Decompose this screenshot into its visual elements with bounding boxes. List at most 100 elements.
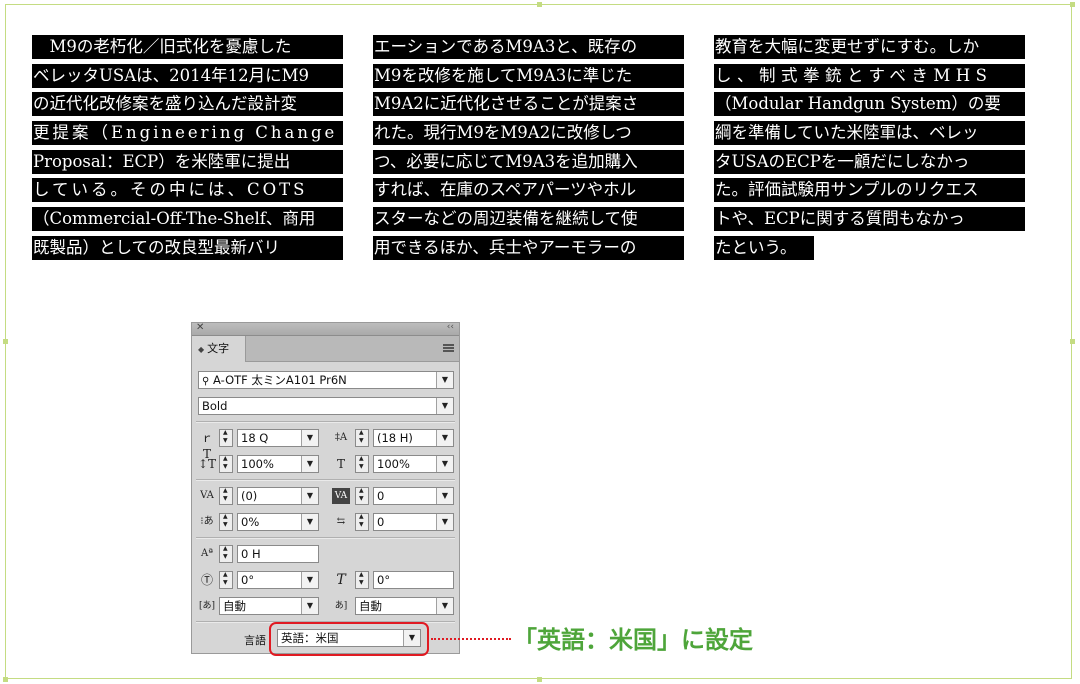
horizontal-scale-value: 100%: [377, 457, 410, 471]
chevron-down-icon[interactable]: ▼: [301, 598, 318, 614]
skew-icon: T: [336, 572, 346, 588]
text-line: すれば、在庫のスペアパーツやホル: [373, 178, 684, 203]
horizontal-scale-icon: T: [336, 457, 345, 471]
panel-titlebar[interactable]: ✕ ‹‹: [192, 322, 459, 336]
leading-field[interactable]: (18 H) ▼: [373, 429, 454, 447]
leading-value: (18 H): [377, 431, 413, 445]
character-panel: ✕ ‹‹ ◆ 文字 ⚲ A-OTF 太ミンA101 Pr6N ▼ Bold ▼ ｒ…: [191, 322, 460, 654]
kerning-field[interactable]: (0) ▼: [237, 487, 319, 505]
text-line: タUSAのECPを一顧だにしなかっ: [714, 149, 1025, 174]
chevron-down-icon[interactable]: ▼: [301, 514, 318, 530]
aki-stepper[interactable]: [355, 513, 369, 531]
chevron-down-icon[interactable]: ▼: [436, 398, 453, 414]
chevron-down-icon[interactable]: ▼: [436, 430, 453, 446]
font-style-value: Bold: [202, 399, 228, 413]
text-column-3[interactable]: 教育を大幅に変更せずにすむ。しか し、制式拳銃とすべきMHS （Modular …: [714, 35, 1025, 269]
chevron-down-icon[interactable]: ▼: [301, 456, 318, 472]
language-label: 言語: [244, 634, 266, 647]
chevron-down-icon[interactable]: ▼: [436, 488, 453, 504]
aki-field[interactable]: 0 ▼: [373, 513, 454, 531]
text-line: たという。: [714, 235, 814, 260]
vertical-scale-field[interactable]: 100% ▼: [237, 455, 319, 473]
chevron-down-icon[interactable]: ▼: [436, 598, 453, 614]
mojikumi-before-icon: [あ]: [198, 601, 216, 611]
frame-handle-right[interactable]: [1070, 339, 1075, 344]
tracking-icon: VA: [332, 488, 350, 504]
text-line: している。その中には、COTS: [32, 178, 343, 203]
baseline-shift-stepper[interactable]: [219, 545, 233, 563]
divider: [196, 479, 455, 481]
aki-icon: ⇆: [336, 516, 346, 527]
chevron-down-icon[interactable]: ▼: [436, 514, 453, 530]
updown-arrows-icon: ◆: [198, 345, 205, 354]
frame-handle-top-right[interactable]: [1070, 2, 1075, 7]
font-size-stepper[interactable]: [219, 429, 233, 447]
tab-label: 文字: [207, 342, 230, 355]
baseline-shift-icon: Aª: [201, 548, 213, 559]
text-line: 更提案（Engineering Change: [32, 121, 343, 146]
callout-text: 「英語：米国」に設定: [513, 626, 753, 654]
font-size-value: 18 Q: [241, 431, 269, 445]
font-size-field[interactable]: 18 Q ▼: [237, 429, 319, 447]
chevron-down-icon[interactable]: ▼: [436, 456, 453, 472]
horizontal-scale-field[interactable]: 100% ▼: [373, 455, 454, 473]
frame-handle-bottom-left[interactable]: [3, 677, 8, 682]
tracking-stepper[interactable]: [355, 487, 369, 505]
tsume-field[interactable]: 0% ▼: [237, 513, 319, 531]
mojikumi-before-dropdown[interactable]: 自動 ▼: [219, 597, 319, 615]
font-family-dropdown[interactable]: ⚲ A-OTF 太ミンA101 Pr6N ▼: [198, 371, 454, 389]
rotation-stepper[interactable]: [219, 571, 233, 589]
frame-handle-left[interactable]: [3, 339, 8, 344]
mojikumi-before-value: 自動: [223, 599, 246, 613]
chevron-down-icon[interactable]: ▼: [301, 488, 318, 504]
mojikumi-after-icon: あ]: [334, 601, 348, 611]
tab-character[interactable]: ◆ 文字: [192, 336, 246, 362]
rotation-field[interactable]: 0° ▼: [237, 571, 319, 589]
panel-tab-row: ◆ 文字: [192, 336, 459, 362]
text-line: 用できるほか、兵士やアーモラーの: [373, 235, 684, 260]
chevron-down-icon[interactable]: ▼: [301, 430, 318, 446]
mojikumi-after-dropdown[interactable]: 自動 ▼: [355, 597, 454, 615]
text-line: た。評価試験用サンプルのリクエス: [714, 178, 1025, 203]
text-line: ベレッタUSAは、2014年12月にM9: [32, 63, 343, 88]
text-line: （Modular Handgun System）の要: [714, 92, 1025, 117]
font-family-value: A-OTF 太ミンA101 Pr6N: [212, 373, 347, 387]
tsume-stepper[interactable]: [219, 513, 233, 531]
chevron-down-icon[interactable]: ▼: [301, 572, 318, 588]
text-line: （Commercial-Off-The-Shelf、商用: [32, 207, 343, 232]
text-line: 綱を準備していた米陸軍は、ベレッ: [714, 121, 1025, 146]
text-line: れた。現行M9をM9A2に改修しつ: [373, 121, 684, 146]
kerning-stepper[interactable]: [219, 487, 233, 505]
collapse-icon[interactable]: ‹‹: [447, 322, 454, 332]
tracking-value: 0: [377, 489, 385, 503]
frame-handle-bottom[interactable]: [537, 677, 542, 682]
skew-field[interactable]: 0°: [373, 571, 454, 589]
frame-handle-top[interactable]: [537, 2, 542, 7]
panel-menu-icon[interactable]: [443, 344, 454, 352]
font-size-icon: ｒT: [200, 431, 213, 461]
text-line: トや、ECPに関する質問もなかっ: [714, 207, 1025, 232]
rotation-icon: Ⓣ: [200, 573, 213, 587]
language-highlight-box: [269, 622, 429, 656]
text-column-2[interactable]: エーションであるM9A3と、既存の M9を改修を施してM9A3に準じた M9A2…: [373, 35, 684, 265]
rotation-value: 0°: [241, 573, 255, 587]
baseline-shift-field[interactable]: 0 H: [237, 545, 319, 563]
text-line: M9を改修を施してM9A3に準じた: [373, 63, 684, 88]
font-style-dropdown[interactable]: Bold ▼: [198, 397, 454, 415]
tracking-field[interactable]: 0 ▼: [373, 487, 454, 505]
search-icon: ⚲: [202, 376, 210, 387]
close-icon[interactable]: ✕: [196, 322, 204, 333]
kerning-value: (0): [241, 489, 258, 503]
divider: [196, 537, 455, 539]
divider: [196, 421, 455, 423]
aki-value: 0: [377, 515, 385, 529]
text-column-1[interactable]: M9の老朽化／旧式化を憂慮した ベレッタUSAは、2014年12月にM9 の近代…: [32, 35, 343, 265]
horizontal-scale-stepper[interactable]: [355, 455, 369, 473]
mojikumi-after-value: 自動: [359, 599, 382, 613]
chevron-down-icon[interactable]: ▼: [436, 372, 453, 388]
vertical-scale-stepper[interactable]: [219, 455, 233, 473]
baseline-shift-value: 0 H: [241, 547, 261, 561]
leading-stepper[interactable]: [355, 429, 369, 447]
text-line: 教育を大幅に変更せずにすむ。しか: [714, 35, 1025, 59]
skew-stepper[interactable]: [355, 571, 369, 589]
